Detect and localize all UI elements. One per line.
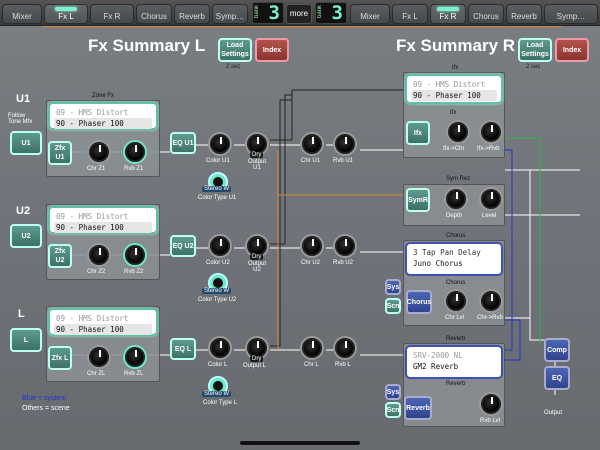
reverb-scn-button[interactable]: Scn (385, 402, 401, 418)
ifx-header: Ifx (452, 65, 459, 71)
rvb-l-knob[interactable] (335, 338, 355, 358)
follow-tone-label: Follow Tone Mfx (8, 113, 33, 125)
comp-button[interactable]: Comp (544, 338, 570, 362)
chr-z2-knob[interactable] (89, 245, 109, 265)
output-u1-knob[interactable] (247, 134, 267, 154)
level-knob[interactable] (481, 189, 501, 209)
reverb-button[interactable]: Reverb (404, 396, 432, 420)
rvb-u2-knob[interactable] (335, 236, 355, 256)
symr-button[interactable]: SymR (406, 188, 430, 212)
reverb-header: Reverb (446, 336, 466, 342)
zfx-u2-button[interactable]: Zfx U2 (48, 244, 72, 268)
rvb-z1-knob[interactable] (125, 142, 145, 162)
zone-fx-label: Zone Fx (92, 93, 115, 99)
output-u2-knob[interactable] (247, 236, 267, 256)
load-settings-sub-right: 2 sec (526, 64, 541, 70)
legend-scene: Others = scene (22, 405, 70, 412)
rvb-z2-knob[interactable] (125, 245, 145, 265)
u2-button[interactable]: U2 (10, 224, 42, 248)
load-settings-button-left[interactable]: Load Settings (218, 38, 252, 62)
chr-lvl-knob[interactable] (446, 291, 466, 311)
channel-label-u1: U1 (16, 93, 31, 105)
zfx-u1-button[interactable]: Zfx U1 (48, 141, 72, 165)
index-button-right[interactable]: Index (555, 38, 589, 62)
chr-l-knob[interactable] (302, 338, 322, 358)
dry-tag-u2: Dry (250, 254, 264, 260)
eq-output-button[interactable]: EQ (544, 366, 570, 390)
load-settings-button-right[interactable]: Load Settings (518, 38, 552, 62)
chr-u2-knob[interactable] (302, 236, 322, 256)
dry-tag-u1: Dry (250, 152, 264, 158)
chorus-sys-button[interactable]: Sys (385, 279, 401, 295)
chorus-header: Chorus (446, 233, 466, 239)
rvb-u1-knob[interactable] (335, 134, 355, 154)
u1-button[interactable]: U1 (10, 131, 42, 155)
color-u2-knob[interactable] (210, 236, 230, 256)
fx-box-u1[interactable]: 09 - HMS Distort 90 - Phaser 100 (48, 102, 158, 130)
legend-system: Blue = system (22, 395, 67, 402)
color-u1-knob[interactable] (210, 134, 230, 154)
fx-box-u2[interactable]: 09 - HMS Distort 90 - Phaser 100 (48, 206, 158, 234)
chr-zl-knob[interactable] (89, 347, 109, 367)
chorus-button[interactable]: Chorus (406, 290, 432, 314)
zfx-l-button[interactable]: Zfx L (48, 346, 72, 370)
output-l-knob[interactable] (247, 338, 267, 358)
ifx-button[interactable]: Ifx (406, 121, 430, 145)
eq-u1-button[interactable]: EQ U1 (170, 132, 196, 154)
chr-to-rvb-knob[interactable] (481, 291, 501, 311)
chr-u1-knob[interactable] (302, 134, 322, 154)
output-label: Output (544, 410, 563, 416)
reverb-fx-box[interactable]: SRV-2000 NL GM2 Reverb (405, 345, 503, 379)
ifx-to-rvb-knob[interactable] (481, 122, 501, 142)
l-button[interactable]: L (10, 328, 42, 352)
chorus-scn-button[interactable]: Scn (385, 298, 401, 314)
reverb-sys-button[interactable]: Sys (385, 384, 401, 400)
ifx-to-chr-knob[interactable] (448, 122, 468, 142)
symrez-header: Sym Rez (446, 176, 471, 182)
home-indicator[interactable] (240, 441, 360, 445)
depth-knob[interactable] (446, 189, 466, 209)
eq-u2-button[interactable]: EQ U2 (170, 235, 196, 257)
title-left: Fx Summary L (88, 36, 206, 55)
chorus-fx-box[interactable]: 3 Tap Pan Delay Juno Chorus (405, 242, 503, 276)
eq-l-button[interactable]: EQ L (170, 338, 196, 360)
channel-label-u2: U2 (16, 205, 31, 217)
index-button-left[interactable]: Index (255, 38, 289, 62)
rvb-zl-knob[interactable] (125, 347, 145, 367)
title-right: Fx Summary R (396, 36, 516, 55)
channel-label-l: L (18, 308, 25, 320)
rvb-lvl-knob[interactable] (481, 394, 501, 414)
color-l-knob[interactable] (210, 338, 230, 358)
chr-z1-knob[interactable] (89, 142, 109, 162)
dry-tag-l: Dry (250, 356, 264, 362)
load-settings-sub-left: 2 sec (226, 64, 241, 70)
fx-box-l[interactable]: 09 - HMS Distort 90 - Phaser 100 (48, 308, 158, 336)
ifx-fx-box[interactable]: 09 - HMS Distort 90 - Phaser 100 (405, 74, 503, 104)
